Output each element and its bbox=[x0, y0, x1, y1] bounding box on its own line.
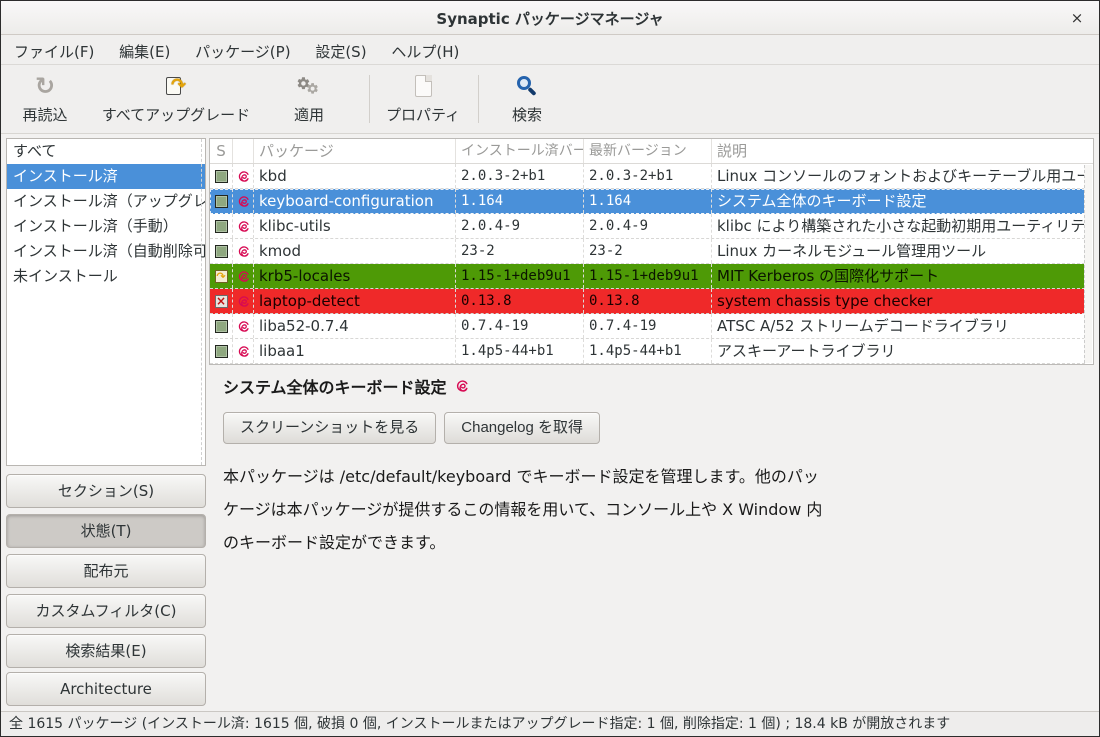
architecture-view-button[interactable]: Architecture bbox=[6, 672, 206, 706]
window-title: Synaptic パッケージマネージャ bbox=[1, 8, 1099, 29]
table-row-libaa1[interactable]: libaa1 1.4p5-44+b1 1.4p5-44+b1 アスキーアートライ… bbox=[210, 339, 1085, 364]
search-icon bbox=[517, 76, 537, 96]
filter-item-installed-autoremovable[interactable]: インストール済（自動削除可 bbox=[7, 239, 205, 264]
debian-swirl-icon bbox=[455, 379, 469, 393]
table-body: kbd 2.0.3-2+b1 2.0.3-2+b1 Linux コンソールのフォ… bbox=[210, 164, 1085, 364]
column-header-supported[interactable] bbox=[233, 139, 254, 163]
description-line: 本パッケージは /etc/default/keyboard でキーボード設定を管… bbox=[223, 460, 1094, 493]
debian-swirl-icon bbox=[237, 345, 250, 358]
filter-item-installed[interactable]: インストール済 bbox=[7, 164, 205, 189]
table-row-kmod[interactable]: kmod 23-2 23-2 Linux カーネルモジュール管理用ツール bbox=[210, 239, 1085, 264]
menu-file[interactable]: ファイル(F) bbox=[4, 36, 104, 67]
search-results-view-button[interactable]: 検索結果(E) bbox=[6, 634, 206, 668]
status-installed-icon bbox=[215, 170, 228, 183]
table-row-krb5-locales[interactable]: ↷ krb5-locales 1.15-1+deb9u1 1.15-1+deb9… bbox=[210, 264, 1085, 289]
sections-view-button[interactable]: セクション(S) bbox=[6, 474, 206, 508]
custom-filters-view-button[interactable]: カスタムフィルタ(C) bbox=[6, 594, 206, 628]
properties-button[interactable]: プロパティ bbox=[375, 71, 471, 127]
menu-package[interactable]: パッケージ(P) bbox=[185, 36, 300, 67]
synaptic-window: Synaptic パッケージマネージャ × ファイル(F) 編集(E) パッケー… bbox=[0, 0, 1100, 737]
upgrade-all-button[interactable]: ↷ すべてアップグレード bbox=[81, 71, 271, 127]
menu-edit[interactable]: 編集(E) bbox=[109, 36, 180, 67]
reload-button[interactable]: ↻ 再読込 bbox=[9, 71, 81, 127]
column-header-installed-version[interactable]: インストール済バージョン bbox=[456, 139, 584, 163]
debian-swirl-icon bbox=[237, 195, 250, 208]
package-description: 本パッケージは /etc/default/keyboard でキーボード設定を管… bbox=[223, 460, 1094, 559]
get-changelog-button[interactable]: Changelog を取得 bbox=[444, 412, 600, 444]
status-installed-icon bbox=[215, 195, 228, 208]
toolbar-separator bbox=[478, 75, 479, 123]
menu-settings[interactable]: 設定(S) bbox=[305, 36, 376, 67]
column-header-description[interactable]: 説明 bbox=[712, 139, 1093, 163]
debian-swirl-icon bbox=[237, 220, 250, 233]
package-details-pane: システム全体のキーボード設定 スクリーンショットを見る Changelog を取… bbox=[209, 366, 1094, 706]
table-row-keyboard-configuration[interactable]: keyboard-configuration 1.164 1.164 システム全… bbox=[210, 189, 1085, 214]
titlebar: Synaptic パッケージマネージャ × bbox=[1, 1, 1099, 35]
reload-icon: ↻ bbox=[35, 74, 55, 98]
statusbar: 全 1615 パッケージ (インストール済: 1615 個, 破損 0 個, イ… bbox=[1, 711, 1099, 737]
status-remove-icon: × bbox=[215, 295, 228, 308]
column-header-status[interactable]: S bbox=[210, 139, 233, 163]
menu-help[interactable]: ヘルプ(H) bbox=[381, 36, 469, 67]
status-installed-icon bbox=[215, 345, 228, 358]
package-details-title: システム全体のキーボード設定 bbox=[223, 374, 447, 398]
toolbar: ↻ 再読込 ↷ すべてアップグレード 適用 プロパティ bbox=[1, 65, 1099, 134]
column-header-package[interactable]: パッケージ bbox=[254, 139, 456, 163]
package-table: S パッケージ インストール済バージョン 最新バージョン 説明 kbd 2.0.… bbox=[209, 138, 1094, 365]
close-button[interactable]: × bbox=[1067, 8, 1087, 28]
debian-swirl-icon bbox=[237, 170, 250, 183]
filter-item-installed-manual[interactable]: インストール済（手動） bbox=[7, 214, 205, 239]
toolbar-separator bbox=[369, 75, 370, 123]
debian-swirl-icon bbox=[237, 245, 250, 258]
debian-swirl-icon bbox=[237, 295, 250, 308]
status-installed-icon bbox=[215, 320, 228, 333]
status-installed-icon bbox=[215, 245, 228, 258]
origin-view-button[interactable]: 配布元 bbox=[6, 554, 206, 588]
debian-swirl-icon bbox=[237, 270, 250, 283]
filter-item-not-installed[interactable]: 未インストール bbox=[7, 264, 205, 289]
table-row-klibc-utils[interactable]: klibc-utils 2.0.4-9 2.0.4-9 klibc により構築さ… bbox=[210, 214, 1085, 239]
column-header-latest-version[interactable]: 最新バージョン bbox=[584, 139, 712, 163]
filter-item-all[interactable]: すべて bbox=[7, 139, 205, 164]
filter-item-installed-upgradable[interactable]: インストール済（アップグレ bbox=[7, 189, 205, 214]
upgrade-all-icon: ↷ bbox=[165, 75, 187, 97]
status-view-button[interactable]: 状態(T) bbox=[6, 514, 206, 548]
table-row-kbd[interactable]: kbd 2.0.3-2+b1 2.0.3-2+b1 Linux コンソールのフォ… bbox=[210, 164, 1085, 189]
search-button[interactable]: 検索 bbox=[485, 71, 569, 127]
menubar: ファイル(F) 編集(E) パッケージ(P) 設定(S) ヘルプ(H) bbox=[1, 35, 1099, 65]
table-header: S パッケージ インストール済バージョン 最新バージョン 説明 bbox=[210, 139, 1093, 164]
description-line: ケージは本パッケージが提供するこの情報を用いて、コンソール上や X Window… bbox=[223, 493, 1094, 526]
table-vertical-scrollbar[interactable] bbox=[1084, 165, 1092, 363]
status-upgrade-icon: ↷ bbox=[215, 270, 228, 283]
properties-document-icon bbox=[415, 75, 432, 97]
apply-gears-icon bbox=[269, 71, 349, 101]
status-filter-list: すべて インストール済 インストール済（アップグレ インストール済（手動） イン… bbox=[6, 138, 206, 466]
statusbar-text: 全 1615 パッケージ (インストール済: 1615 個, 破損 0 個, イ… bbox=[9, 716, 950, 732]
debian-swirl-icon bbox=[237, 320, 250, 333]
table-row-liba52[interactable]: liba52-0.7.4 0.7.4-19 0.7.4-19 ATSC A/52… bbox=[210, 314, 1085, 339]
apply-button[interactable]: 適用 bbox=[269, 71, 349, 127]
description-line: のキーボード設定ができます。 bbox=[223, 526, 1094, 559]
view-screenshot-button[interactable]: スクリーンショットを見る bbox=[223, 412, 436, 444]
table-row-laptop-detect[interactable]: × laptop-detect 0.13.8 0.13.8 system cha… bbox=[210, 289, 1085, 314]
status-installed-icon bbox=[215, 220, 228, 233]
